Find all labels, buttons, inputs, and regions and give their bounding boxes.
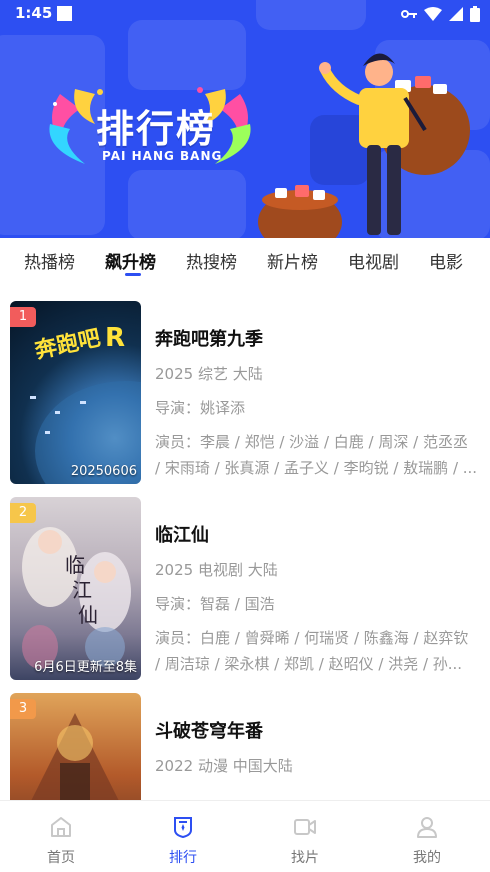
poster-update-note: 6月6日更新至8集	[34, 660, 137, 675]
banner-title: 排行榜	[96, 107, 217, 151]
header-banner: 1:45 排行榜 PAI HANG BANG	[0, 0, 490, 238]
nav-find[interactable]: 找片	[244, 801, 366, 872]
actors-line: 演员：李晨 / 郑恺 / 沙溢 / 白鹿 / 周深 / 范丞丞	[155, 433, 468, 451]
status-bar: 1:45	[0, 0, 490, 28]
wifi-icon	[424, 7, 442, 21]
ranking-list: 奔跑吧 R 1 20250606 奔跑吧第九季 2025 综艺 大陆 导演：姚译…	[0, 284, 490, 800]
show-actors: 演员：白鹿 / 曾舜晞 / 何瑞贤 / 陈鑫海 / 赵弈钦 / 周洁琼 / 梁永…	[155, 625, 480, 677]
nav-home[interactable]: 首页	[0, 801, 122, 872]
show-meta: 2025 电视剧 大陆	[155, 561, 278, 579]
rank-shield-icon	[174, 817, 192, 839]
show-title[interactable]: 临江仙	[155, 521, 209, 547]
status-time: 1:45	[15, 4, 53, 22]
nav-rank[interactable]: 排行	[122, 801, 244, 872]
nav-label-find: 找片	[291, 850, 319, 866]
svg-text:临: 临	[65, 553, 85, 577]
tab-new-release[interactable]: 新片榜	[267, 248, 318, 273]
bottom-navigation: 首页 排行 找片 我的	[0, 800, 490, 872]
nav-label-rank: 排行	[169, 850, 197, 866]
person-with-sack-illustration	[258, 53, 470, 238]
rank-badge: 1	[10, 307, 36, 327]
show-meta: 2022 动漫 中国大陆	[155, 757, 293, 775]
actors-line: / 宋雨琦 / 张真源 / 孟子义 / 李昀锐 / 敖瑞鹏 / ...	[155, 459, 478, 477]
video-camera-icon	[294, 819, 316, 835]
user-icon	[417, 817, 437, 838]
status-icons	[401, 6, 480, 22]
tab-tv-series[interactable]: 电视剧	[348, 248, 399, 273]
poster-update-note: 20250606	[70, 464, 137, 479]
key-icon	[401, 10, 417, 18]
tab-movie[interactable]: 电影	[429, 248, 463, 273]
rank-badge: 2	[10, 503, 36, 523]
poster-image[interactable]: 临 江 仙 2 6月6日更新至8集	[10, 497, 141, 680]
tab-rising[interactable]: 飙升榜	[105, 248, 156, 273]
battery-icon	[470, 6, 480, 22]
active-tab-indicator	[125, 273, 141, 276]
svg-text:江: 江	[72, 578, 92, 602]
home-icon	[51, 817, 71, 837]
poster-image[interactable]: 奔跑吧 R 1 20250606	[10, 301, 141, 484]
banner-title-group: 排行榜 PAI HANG BANG	[40, 84, 260, 174]
poster-artwork: 奔跑吧 R	[30, 323, 141, 484]
rank-badge: 3	[10, 699, 36, 719]
show-actors: 演员：李晨 / 郑恺 / 沙溢 / 白鹿 / 周深 / 范丞丞 / 宋雨琦 / …	[155, 429, 480, 481]
tab-hot-search[interactable]: 热搜榜	[186, 248, 237, 273]
svg-text:仙: 仙	[78, 603, 98, 627]
poster-image[interactable]: 3	[10, 693, 141, 800]
nav-label-home: 首页	[47, 850, 75, 866]
show-meta: 2025 综艺 大陆	[155, 365, 263, 383]
show-director: 导演：智磊 / 国浩	[155, 595, 275, 613]
actors-line: 演员：白鹿 / 曾舜晞 / 何瑞贤 / 陈鑫海 / 赵弈钦	[155, 629, 469, 647]
app-root: 1:45 排行榜 PAI HANG BANG 热播榜 飙升榜 热搜榜 新片榜 电…	[0, 0, 490, 872]
svg-text:奔跑吧: 奔跑吧	[33, 325, 103, 364]
poster-artwork: 临 江 仙	[22, 527, 131, 669]
nav-profile[interactable]: 我的	[366, 801, 488, 872]
nav-label-profile: 我的	[413, 850, 441, 866]
category-tabs: 热播榜 飙升榜 热搜榜 新片榜 电视剧 电影	[0, 238, 490, 284]
show-director: 导演：姚译添	[155, 399, 246, 417]
list-item[interactable]: 临 江 仙 2 6月6日更新至8集 临江仙 2025 电视剧 大陆 导演：智磊 …	[0, 497, 490, 693]
signal-icon	[449, 7, 463, 21]
actors-line: / 周洁琼 / 梁永棋 / 郑凯 / 赵昭仪 / 洪尧 / 孙...	[155, 655, 463, 673]
list-item[interactable]: 奔跑吧 R 1 20250606 奔跑吧第九季 2025 综艺 大陆 导演：姚译…	[0, 301, 490, 497]
show-title[interactable]: 斗破苍穹年番	[155, 717, 263, 743]
svg-text:R: R	[105, 323, 125, 353]
list-item[interactable]: 3 斗破苍穹年番 2022 动漫 中国大陆	[0, 693, 490, 800]
show-title[interactable]: 奔跑吧第九季	[155, 325, 263, 351]
tab-hot-play[interactable]: 热播榜	[24, 248, 75, 273]
banner-subtitle: PAI HANG BANG	[102, 149, 223, 163]
notification-square-icon	[57, 6, 72, 21]
